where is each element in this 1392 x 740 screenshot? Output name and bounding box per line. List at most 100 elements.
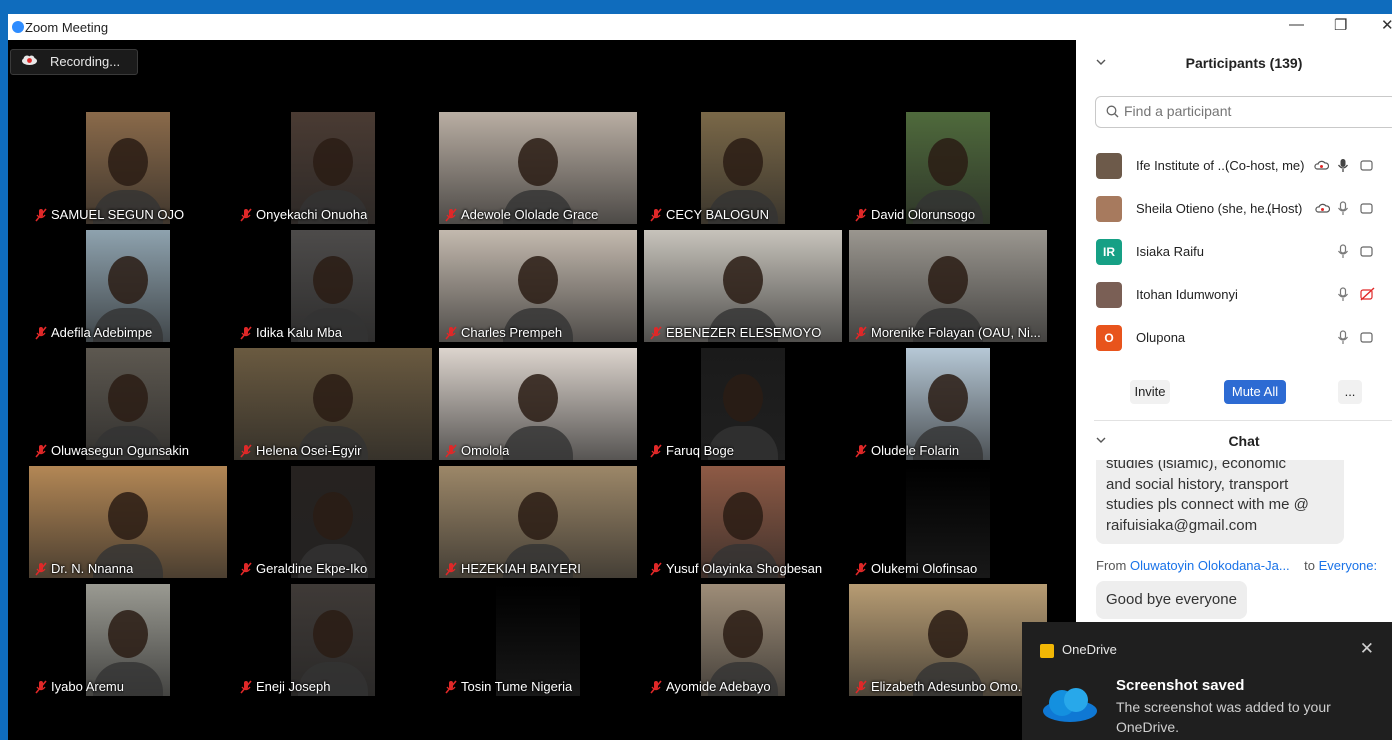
mute-all-button[interactable]: Mute All — [1224, 380, 1286, 404]
video-icon[interactable] — [1360, 201, 1376, 215]
minimize-button[interactable]: — — [1289, 16, 1304, 33]
participant-name: EBENEZER ELESEMOYO — [649, 325, 821, 340]
participant-silhouette — [518, 374, 558, 422]
chat-title: Chat — [1228, 433, 1260, 449]
mic-muted-icon — [855, 561, 867, 576]
notification-app-name: OneDrive — [1062, 642, 1117, 657]
video-off-icon[interactable] — [1360, 287, 1376, 301]
participant-silhouette — [108, 610, 148, 658]
participant-name-text: EBENEZER ELESEMOYO — [666, 325, 822, 340]
participant-tile[interactable]: Morenike Folayan (OAU, Ni... — [848, 230, 1048, 342]
more-options-button[interactable]: ... — [1338, 380, 1362, 404]
participant-name-text: Elizabeth Adesunbo Omo... — [871, 679, 1029, 694]
search-input[interactable] — [1122, 102, 1386, 120]
video-icon[interactable] — [1360, 330, 1376, 344]
participant-list-name: Isiaka Raifu — [1136, 244, 1204, 259]
participant-tile[interactable]: Yusuf Olayinka Shogbesan — [643, 466, 843, 578]
participant-silhouette — [313, 492, 353, 540]
participant-silhouette — [723, 374, 763, 422]
participant-tile[interactable]: Olukemi Olofinsao — [848, 466, 1048, 578]
onedrive-notification[interactable]: OneDrive ✕ Screenshot saved The screensh… — [1022, 622, 1392, 740]
participant-tile[interactable]: Iyabo Aremu — [28, 584, 228, 696]
participant-role: (Co-host, me) — [1225, 158, 1305, 173]
participant-tile[interactable]: Helena Osei-Egyir — [233, 348, 433, 460]
participant-list-item[interactable]: Itohan Idumwonyi — [1094, 277, 1392, 313]
participant-silhouette — [518, 256, 558, 304]
restore-button[interactable]: ❐ — [1334, 16, 1347, 34]
participant-silhouette — [723, 492, 763, 540]
participant-list-item[interactable]: IR Isiaka Raifu — [1094, 234, 1392, 270]
participant-name: Charles Prempeh — [444, 325, 562, 340]
participant-tile[interactable]: CECY BALOGUN — [643, 112, 843, 224]
participant-list-item[interactable]: Ife Institute of ... (Co-host, me) — [1094, 148, 1392, 184]
video-gallery: Recording... SAMUEL SEGUN OJO Onyekachi O… — [8, 40, 1076, 740]
participant-tile[interactable]: Omolola — [438, 348, 638, 460]
participant-name-text: Ayomide Adebayo — [666, 679, 771, 694]
close-button[interactable]: ✕ — [1381, 16, 1392, 34]
participant-tile[interactable]: Charles Prempeh — [438, 230, 638, 342]
participant-name: Idika Kalu Mba — [239, 325, 342, 340]
participant-tile[interactable]: Adefila Adebimpe — [28, 230, 228, 342]
participant-name: Dr. N. Nnanna — [34, 561, 133, 576]
mic-muted-icon — [650, 443, 662, 458]
video-icon[interactable] — [1360, 158, 1376, 172]
participant-name: Faruq Boge — [649, 443, 734, 458]
microphone-icon[interactable] — [1337, 201, 1349, 216]
chat-recipient[interactable]: Everyone: — [1319, 558, 1378, 573]
participant-name: Adefila Adebimpe — [34, 325, 152, 340]
participant-name-text: Geraldine Ekpe-Iko — [256, 561, 368, 576]
participant-silhouette — [723, 610, 763, 658]
cloud-recording-icon — [1314, 160, 1329, 170]
mic-muted-icon — [35, 679, 47, 694]
onedrive-cloud-icon — [1043, 688, 1097, 722]
participant-list-name: Sheila Otieno (she, he... — [1136, 201, 1276, 216]
microphone-icon[interactable] — [1337, 158, 1349, 173]
participant-tile[interactable]: HEZEKIAH BAIYERI — [438, 466, 638, 578]
participant-tile[interactable]: Adewole Ololade Grace — [438, 112, 638, 224]
participant-name-text: Olukemi Olofinsao — [871, 561, 978, 576]
participant-tile[interactable]: Geraldine Ekpe-Iko — [233, 466, 433, 578]
participant-tile[interactable]: Oludele Folarin — [848, 348, 1048, 460]
mic-muted-icon — [240, 207, 252, 222]
participant-list-item[interactable]: O Olupona — [1094, 320, 1392, 356]
participant-name: Omolola — [444, 443, 509, 458]
participant-tile[interactable]: Idika Kalu Mba — [233, 230, 433, 342]
participant-tile[interactable]: Eneji Joseph — [233, 584, 433, 696]
participant-tile[interactable]: SAMUEL SEGUN OJO — [28, 112, 228, 224]
participant-tile[interactable]: Oluwasegun Ogunsakin — [28, 348, 228, 460]
participant-tile[interactable]: David Olorunsogo — [848, 112, 1048, 224]
participant-tile[interactable]: Onyekachi Onuoha — [233, 112, 433, 224]
microphone-icon[interactable] — [1337, 287, 1349, 302]
invite-button[interactable]: Invite — [1130, 380, 1170, 404]
title-bar: Zoom Meeting — ❐ ✕ — [8, 14, 1392, 40]
participant-list-name: Itohan Idumwonyi — [1136, 287, 1238, 302]
chat-sender-name[interactable]: Oluwatoyin Olokodana-Ja... — [1130, 558, 1290, 573]
participant-silhouette — [108, 138, 148, 186]
microphone-icon[interactable] — [1337, 330, 1349, 345]
chat-message: studies (islamic), economic and social h… — [1096, 460, 1344, 544]
participant-name: Oluwasegun Ogunsakin — [34, 443, 189, 458]
microphone-icon[interactable] — [1337, 244, 1349, 259]
participant-tile[interactable]: EBENEZER ELESEMOYO — [643, 230, 843, 342]
participant-silhouette — [313, 610, 353, 658]
participant-search[interactable] — [1095, 96, 1392, 128]
notification-title: Screenshot saved — [1116, 677, 1245, 694]
section-divider — [1094, 420, 1392, 421]
participant-tile[interactable]: Dr. N. Nnanna — [28, 466, 228, 578]
notification-close-button[interactable]: ✕ — [1360, 639, 1374, 659]
chat-line: studies (islamic), economic — [1106, 460, 1287, 472]
participant-tile[interactable]: Tosin Tume Nigeria — [438, 584, 638, 696]
chat-sender-line: From Oluwatoyin Olokodana-Ja... to Every… — [1096, 558, 1377, 573]
participant-name-text: Yusuf Olayinka Shogbesan — [666, 561, 823, 576]
participant-tile[interactable]: Faruq Boge — [643, 348, 843, 460]
participant-tile[interactable]: Elizabeth Adesunbo Omo... — [848, 584, 1048, 696]
participant-silhouette — [928, 374, 968, 422]
participant-name: Iyabo Aremu — [34, 679, 124, 694]
participant-silhouette — [928, 256, 968, 304]
participant-list-item[interactable]: Sheila Otieno (she, he... (Host) — [1094, 191, 1392, 227]
participant-name-text: HEZEKIAH BAIYERI — [461, 561, 581, 576]
avatar: O — [1096, 325, 1122, 351]
participant-tile[interactable]: Ayomide Adebayo — [643, 584, 843, 696]
video-icon[interactable] — [1360, 244, 1376, 258]
recording-indicator[interactable]: Recording... — [10, 49, 138, 75]
